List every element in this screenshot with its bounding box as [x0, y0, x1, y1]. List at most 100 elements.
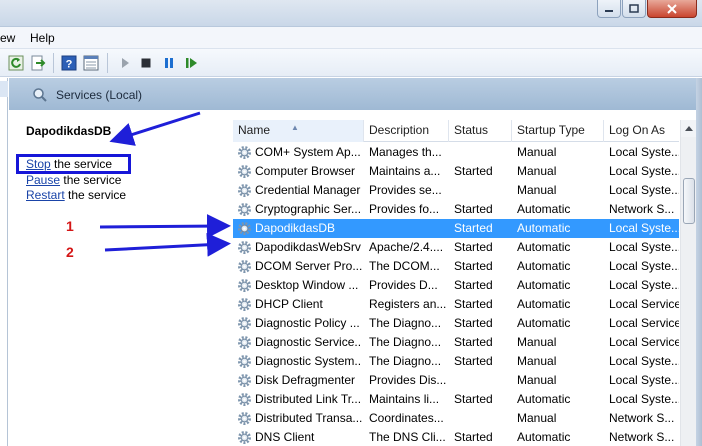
search-gear-icon — [33, 88, 47, 102]
service-description-cell: The Diagno... — [369, 335, 442, 349]
column-header-startup-type[interactable]: Startup Type — [511, 120, 603, 142]
service-description-cell: Provides se... — [369, 183, 442, 197]
service-description-cell: Apache/2.4.... — [369, 240, 444, 254]
service-log-on-as-cell: Local Service — [609, 316, 679, 330]
service-description-cell: Coordinates... — [369, 411, 444, 425]
table-row[interactable]: Distributed Transa... Coordinates... Manua… — [233, 409, 679, 428]
menu-view[interactable]: ew — [0, 31, 15, 45]
service-description-cell: The Diagno... — [369, 354, 442, 368]
pause-service-link[interactable]: Pause — [26, 173, 60, 187]
stop-service-button[interactable] — [137, 54, 155, 72]
service-log-on-as-cell: Local Service — [609, 297, 679, 311]
table-row[interactable]: Disk Defragmenter Provides Dis... Manual Lo… — [233, 371, 679, 390]
services-list: ▲ Name Description Status Startup Type L… — [223, 110, 696, 446]
service-name-cell: Desktop Window ... — [255, 278, 359, 292]
pause-action-text: the service — [60, 173, 122, 187]
service-name-cell: DNS Client — [255, 430, 315, 444]
panel-title: Services (Local) — [56, 88, 143, 102]
service-description-cell: Maintains a... — [369, 164, 441, 178]
restart-icon — [186, 58, 197, 68]
vertical-scrollbar[interactable] — [680, 120, 696, 446]
table-row[interactable]: DapodikdasDB Started Automatic Local Syste.… — [233, 219, 679, 238]
column-header-description[interactable]: Description — [363, 120, 448, 142]
maximize-icon — [629, 4, 639, 13]
svg-text:?: ? — [66, 59, 73, 71]
column-header-name[interactable]: ▲ Name — [233, 120, 363, 142]
scroll-up-button[interactable] — [681, 120, 696, 137]
service-log-on-as-cell: Local Syste... — [609, 221, 679, 235]
stop-service-link[interactable]: Stop — [26, 157, 51, 171]
service-status-cell — [454, 143, 510, 162]
service-log-on-as-cell: Network S... — [609, 202, 675, 216]
service-name-cell: Distributed Transa... — [255, 411, 362, 425]
service-startup-type-cell: Automatic — [517, 240, 571, 254]
service-status-cell: Started — [454, 164, 493, 178]
service-gear-icon — [237, 373, 252, 388]
restart-service-button[interactable] — [183, 54, 201, 72]
start-service-button[interactable] — [116, 54, 134, 72]
service-name-cell: Diagnostic Service... — [255, 335, 362, 349]
service-startup-type-cell: Automatic — [517, 278, 571, 292]
table-row[interactable]: Diagnostic Policy ... The Diagno... Starte… — [233, 314, 679, 333]
column-header-log-on-as[interactable]: Log On As — [603, 120, 679, 142]
service-description-cell: The DCOM... — [369, 259, 440, 273]
column-header-status[interactable]: Status — [448, 120, 511, 142]
service-startup-type-cell: Automatic — [517, 430, 571, 444]
service-name-cell: Credential Manager — [255, 183, 361, 197]
table-row[interactable]: Cryptographic Ser... Provides fo... Starte… — [233, 200, 679, 219]
maximize-button[interactable] — [622, 0, 646, 18]
chevron-up-icon — [685, 126, 693, 131]
table-row[interactable]: DCOM Server Pro... The DCOM... Started Auto… — [233, 257, 679, 276]
service-log-on-as-cell: Local Syste... — [609, 145, 679, 159]
show-hide-pane-button[interactable] — [82, 54, 100, 72]
table-row[interactable]: Distributed Link Tr... Maintains li... Sta… — [233, 390, 679, 409]
service-gear-icon — [237, 297, 252, 312]
service-status-cell: Started — [454, 430, 493, 444]
restart-action: Restart the service — [26, 188, 126, 202]
toolbar-separator — [107, 53, 108, 73]
service-description-cell: Provides fo... — [369, 202, 440, 216]
stop-action-text: the service — [50, 157, 113, 171]
service-log-on-as-cell: Network S... — [609, 430, 675, 444]
table-row[interactable]: DNS Client The DNS Cli... Started Automatic… — [233, 428, 679, 446]
service-description-cell: Maintains li... — [369, 392, 440, 406]
close-button[interactable] — [647, 0, 697, 18]
service-startup-type-cell: Automatic — [517, 259, 571, 273]
pause-service-button[interactable] — [160, 54, 178, 72]
selected-service-name: DapodikdasDB — [26, 124, 112, 138]
table-row[interactable]: DHCP Client Registers an... Started Automat… — [233, 295, 679, 314]
service-status-cell: Started — [454, 221, 493, 235]
service-description-cell: Provides D... — [369, 278, 438, 292]
scope-tree-selected-node[interactable] — [0, 81, 8, 97]
table-row[interactable]: COM+ System Ap... Manages th... Manual Loca… — [233, 143, 679, 162]
restart-service-link[interactable]: Restart — [26, 188, 65, 202]
export-list-button[interactable] — [29, 54, 47, 72]
service-startup-type-cell: Manual — [517, 411, 557, 425]
table-row[interactable]: Diagnostic System... The Diagno... Started… — [233, 352, 679, 371]
help-button[interactable]: ? — [60, 54, 78, 72]
play-icon — [122, 58, 129, 68]
service-status-cell — [454, 371, 510, 390]
service-status-cell — [454, 409, 510, 428]
service-startup-type-cell: Manual — [517, 183, 557, 197]
service-name-cell: Cryptographic Ser... — [255, 202, 362, 216]
table-row[interactable]: Diagnostic Service... The Diagno... Starte… — [233, 333, 679, 352]
scope-pane[interactable] — [0, 78, 8, 446]
table-row[interactable]: Credential Manager Provides se... Manual Lo… — [233, 181, 679, 200]
service-description-cell: The DNS Cli... — [369, 430, 446, 444]
menu-help[interactable]: Help — [30, 31, 55, 45]
table-row[interactable]: DapodikdasWebSrv Apache/2.4.... Started Aut… — [233, 238, 679, 257]
service-description-cell: Registers an... — [369, 297, 447, 311]
table-row[interactable]: Desktop Window ... Provides D... Started Au… — [233, 276, 679, 295]
minimize-icon — [605, 9, 613, 12]
service-startup-type-cell: Manual — [517, 354, 557, 368]
table-row[interactable]: Computer Browser Maintains a... Started Man… — [233, 162, 679, 181]
minimize-button[interactable] — [597, 0, 621, 18]
description-pane: DapodikdasDB Stop the service Pause the … — [9, 110, 223, 446]
refresh-button[interactable] — [7, 54, 25, 72]
service-status-cell: Started — [454, 335, 493, 349]
toolbar: ? — [0, 49, 702, 77]
service-name-cell: Diagnostic Policy ... — [255, 316, 360, 330]
scrollbar-thumb[interactable] — [683, 178, 695, 224]
menu-bar: ew Help — [0, 27, 702, 49]
